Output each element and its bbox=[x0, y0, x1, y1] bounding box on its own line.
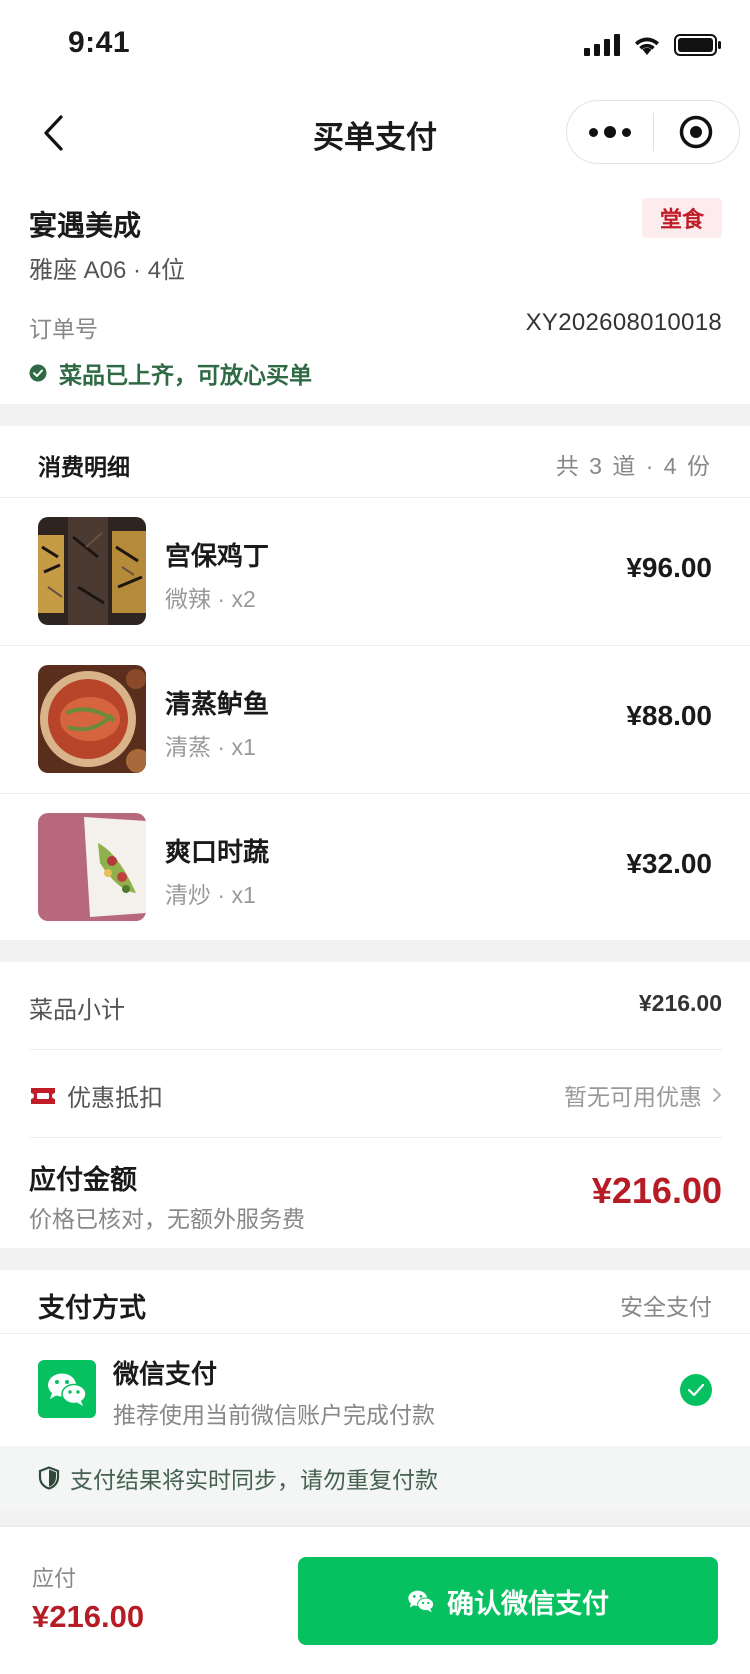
wechat-icon bbox=[408, 1590, 435, 1613]
food-image bbox=[38, 813, 146, 921]
more-dot-center bbox=[604, 126, 616, 138]
wifi-icon bbox=[635, 37, 659, 55]
coupon-ticket-icon bbox=[31, 1087, 55, 1104]
item-name: 清蒸鲈鱼 bbox=[165, 689, 270, 719]
item-name: 爽口时蔬 bbox=[165, 837, 270, 867]
price-summary-card: 菜品小计 ¥216.00 优惠抵扣 暂无可用优惠 应付金额 价格已核对，无额外服… bbox=[0, 962, 750, 1248]
mini-program-capsule bbox=[566, 100, 740, 164]
list-item: 宫保鸡丁 微辣 · x2 ¥96.00 bbox=[0, 498, 750, 646]
item-spec: 微辣 · x2 bbox=[165, 586, 256, 612]
store-card: 宴遇美成 堂食 雅座 A06 · 4位 订单号 XY202608010018 菜… bbox=[0, 176, 750, 404]
steamed-fish-image bbox=[38, 665, 146, 773]
secure-payment-label: 安全支付 bbox=[620, 1294, 712, 1320]
item-price: ¥32.00 bbox=[626, 848, 712, 879]
more-dots-icon bbox=[589, 127, 598, 137]
subtotal-row: 菜品小计 ¥216.00 bbox=[29, 962, 722, 1050]
coupon-label-group: 优惠抵扣 bbox=[29, 1078, 163, 1113]
amount-due-value: ¥216.00 bbox=[591, 1170, 722, 1211]
order-number: XY202608010018 bbox=[525, 309, 722, 336]
nav-bar: 买单支付 bbox=[0, 90, 750, 176]
check-circle-icon bbox=[29, 364, 47, 382]
store-name: 宴遇美成 bbox=[29, 210, 142, 241]
shield-icon bbox=[38, 1466, 60, 1490]
status-icons bbox=[584, 30, 722, 60]
more-button[interactable] bbox=[567, 101, 653, 163]
item-price: ¥96.00 bbox=[626, 552, 712, 583]
dine-in-badge: 堂食 bbox=[642, 198, 722, 238]
item-name: 宫保鸡丁 bbox=[165, 541, 270, 571]
bottom-pay-bar: 应付 ¥216.00 确认微信支付 bbox=[0, 1526, 750, 1674]
coupon-label: 优惠抵扣 bbox=[67, 1085, 163, 1112]
coupon-row[interactable]: 优惠抵扣 暂无可用优惠 bbox=[29, 1050, 722, 1138]
gongbao-chicken-image bbox=[38, 517, 146, 625]
wechat-icon bbox=[48, 1373, 87, 1406]
bottom-due-amount: ¥216.00 bbox=[32, 1599, 145, 1634]
payment-page: 9:41 买单支付 宴遇美成 堂食 雅座 A06 · 4位 订单号 XY2026… bbox=[0, 0, 750, 1674]
more-dot-right bbox=[622, 127, 631, 137]
payment-tip-text: 支付结果将实时同步，请勿重复付款 bbox=[70, 1467, 438, 1493]
status-bar: 9:41 bbox=[0, 0, 750, 90]
seat-info: 雅座 A06 · 4位 bbox=[29, 257, 186, 284]
subtotal-value: ¥216.00 bbox=[638, 990, 722, 1016]
confirm-wechat-pay-button[interactable]: 确认微信支付 bbox=[298, 1557, 718, 1645]
items-count: 共 3 道 · 4 份 bbox=[555, 453, 712, 479]
payment-tip: 支付结果将实时同步，请勿重复付款 bbox=[0, 1446, 750, 1510]
amount-due-note: 价格已核对，无额外服务费 bbox=[29, 1206, 305, 1232]
items-header: 消费明细 共 3 道 · 4 份 bbox=[0, 426, 750, 498]
item-spec: 清炒 · x1 bbox=[165, 882, 256, 908]
ready-text: 菜品已上齐，可放心买单 bbox=[59, 362, 312, 388]
bottom-due-label: 应付 bbox=[32, 1566, 77, 1591]
selected-check-icon bbox=[680, 1374, 712, 1406]
battery-icon bbox=[674, 34, 721, 56]
list-item: 清蒸鲈鱼 清蒸 · x1 ¥88.00 bbox=[0, 646, 750, 794]
payment-method-name: 微信支付 bbox=[113, 1359, 218, 1389]
item-spec: 清蒸 · x1 bbox=[165, 734, 256, 760]
vegetables-image bbox=[38, 813, 146, 921]
target-close-icon bbox=[680, 115, 713, 149]
coupon-value-group: 暂无可用优惠 bbox=[564, 1078, 722, 1112]
food-image bbox=[38, 665, 146, 773]
wechat-pay-option[interactable]: 微信支付 推荐使用当前微信账户完成付款 bbox=[0, 1334, 750, 1446]
chevron-right-icon bbox=[713, 1088, 721, 1102]
order-number-label: 订单号 bbox=[29, 316, 98, 342]
cellular-signal-icon bbox=[584, 34, 620, 56]
wechat-pay-logo bbox=[38, 1360, 96, 1418]
coupon-value: 暂无可用优惠 bbox=[564, 1084, 702, 1110]
confirm-pay-label: 确认微信支付 bbox=[447, 1588, 609, 1619]
item-price: ¥88.00 bbox=[626, 700, 712, 731]
payment-method-desc: 推荐使用当前微信账户完成付款 bbox=[113, 1402, 435, 1428]
payment-method-card: 支付方式 安全支付 微信支付 推荐使用当前微信账户完成付款 支付结果将实时同步，… bbox=[0, 1270, 750, 1510]
items-title: 消费明细 bbox=[38, 454, 130, 480]
status-time: 9:41 bbox=[68, 26, 131, 59]
amount-due-label: 应付金额 bbox=[29, 1165, 137, 1195]
ready-notice: 菜品已上齐，可放心买单 bbox=[29, 356, 312, 390]
subtotal-label: 菜品小计 bbox=[29, 997, 125, 1024]
list-item: 爽口时蔬 清炒 · x1 ¥32.00 bbox=[0, 794, 750, 942]
payment-title: 支付方式 bbox=[38, 1293, 146, 1323]
close-mini-program-button[interactable] bbox=[654, 101, 739, 163]
payment-header: 支付方式 安全支付 bbox=[0, 1270, 750, 1334]
order-items-card: 消费明细 共 3 道 · 4 份 宫保鸡丁 微辣 · x2 ¥96.00 清蒸鲈… bbox=[0, 426, 750, 940]
food-image bbox=[38, 517, 146, 625]
